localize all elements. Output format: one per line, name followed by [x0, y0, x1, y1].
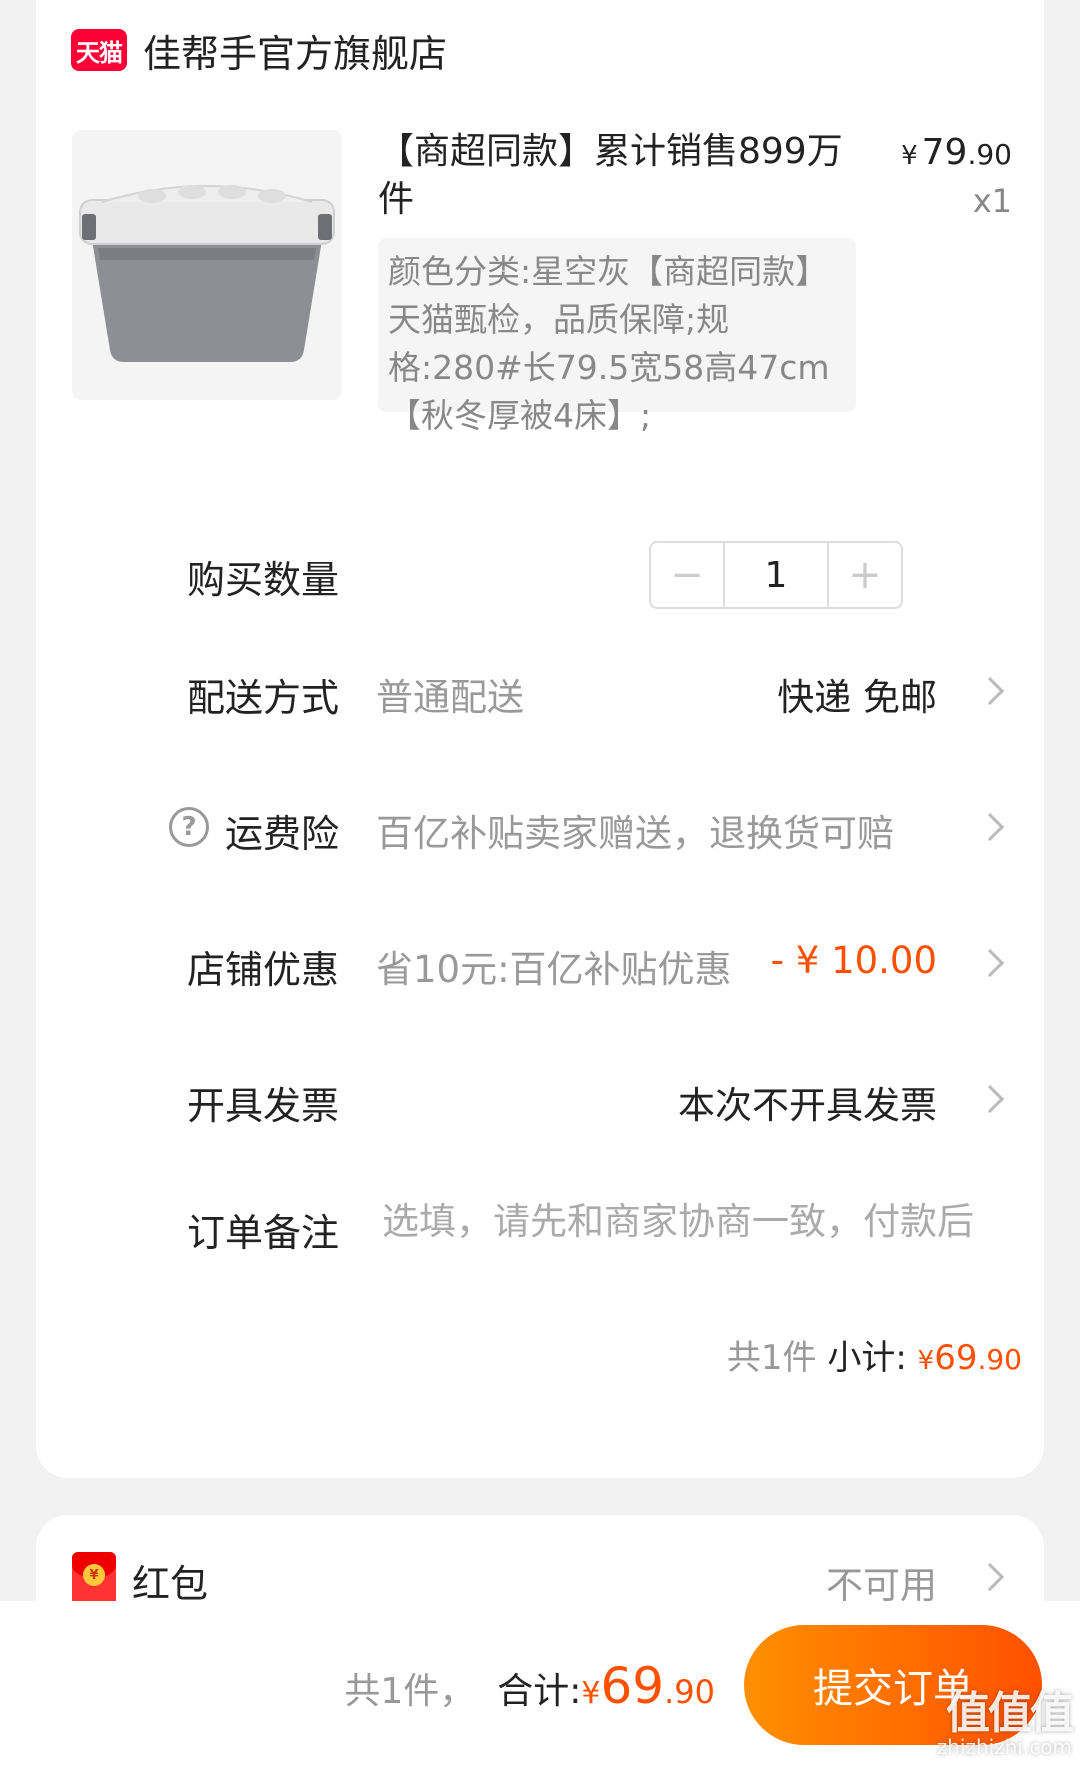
discount-amount: - ¥ 10.00 — [770, 939, 937, 982]
price-integer: 79 — [921, 132, 968, 173]
remark-input[interactable] — [382, 1200, 1002, 1243]
total-currency: ¥ — [581, 1676, 601, 1711]
chevron-right-icon — [975, 948, 1005, 978]
chevron-right-icon — [975, 676, 1005, 706]
subtotal-integer: 69 — [934, 1338, 978, 1378]
price-currency: ¥ — [901, 141, 918, 171]
product-quantity: x1 — [972, 182, 1012, 220]
total-amount: ¥69.90 — [581, 1657, 715, 1715]
sku-description[interactable]: 颜色分类:星空灰【商超同款】天猫甄检，品质保障;规格:280#长79.5宽58高… — [378, 238, 856, 435]
decrease-button[interactable]: − — [651, 543, 723, 607]
subtotal-amount: ¥69.90 — [918, 1338, 1022, 1378]
total-decimal: .90 — [664, 1673, 715, 1711]
insurance-label: 运费险 — [225, 812, 340, 856]
product-image[interactable] — [72, 130, 342, 400]
chevron-right-icon — [975, 1084, 1005, 1114]
remark-label: 订单备注 — [187, 1211, 340, 1255]
product-price: ¥79.90 — [901, 132, 1012, 173]
watermark-text: 值值值 — [946, 1688, 1074, 1739]
total-label: 合计: — [497, 1671, 582, 1712]
invoice-label: 开具发票 — [187, 1084, 340, 1128]
store-header[interactable]: 天猫 佳帮手官方旗舰店 — [71, 22, 447, 78]
delivery-label: 配送方式 — [187, 676, 340, 720]
subtotal-label: 小计: — [827, 1338, 907, 1378]
increase-button[interactable]: + — [829, 543, 901, 607]
subtotal-decimal: .90 — [977, 1343, 1022, 1376]
red-envelope-icon: ¥ — [72, 1552, 116, 1606]
chevron-right-icon — [975, 812, 1005, 842]
price-decimal: .90 — [967, 138, 1012, 171]
store-name[interactable]: 佳帮手官方旗舰店 — [143, 23, 447, 78]
insurance-description: 百亿补贴卖家赠送，退换货可赔 — [376, 812, 894, 855]
invoice-row[interactable]: 开具发票 本次不开具发票 — [36, 1061, 1044, 1141]
storage-box-image — [72, 130, 342, 400]
discount-label: 店铺优惠 — [187, 948, 340, 992]
subtotal-currency: ¥ — [917, 1346, 935, 1376]
order-remark-row: 订单备注 — [36, 1188, 1044, 1268]
total-count: 共1件， — [344, 1671, 476, 1712]
quantity-label: 购买数量 — [187, 558, 340, 602]
quantity-row: 购买数量 − 1 + — [36, 535, 1044, 615]
store-discount-row[interactable]: 店铺优惠 省10元:百亿补贴优惠 - ¥ 10.00 — [36, 925, 1044, 1005]
total-integer: 69 — [600, 1657, 665, 1715]
tmall-logo-icon: 天猫 — [71, 29, 127, 71]
watermark-logo: 值值值 zhizhizhi.com — [936, 1677, 1074, 1759]
quantity-value[interactable]: 1 — [723, 543, 829, 607]
chevron-right-icon — [975, 1562, 1005, 1592]
quantity-stepper[interactable]: − 1 + — [649, 541, 903, 609]
help-icon[interactable]: ? — [169, 807, 209, 847]
order-total: 共1件， 合计:¥69.90 — [344, 1657, 715, 1715]
delivery-method: 普通配送 — [376, 676, 524, 719]
redpacket-label: 红包 — [132, 1562, 209, 1606]
delivery-row[interactable]: 配送方式 普通配送 快递 免邮 — [36, 653, 1044, 733]
watermark-url: zhizhizhi.com — [936, 1735, 1072, 1759]
order-card: 天猫 佳帮手官方旗舰店 【商超同款】累计销售899万件 ¥79.90 x1 颜色… — [36, 0, 1044, 1478]
product-title[interactable]: 【商超同款】累计销售899万件 — [378, 128, 858, 224]
coin-icon: ¥ — [83, 1564, 105, 1586]
delivery-value: 快递 免邮 — [777, 676, 937, 719]
invoice-value: 本次不开具发票 — [678, 1084, 937, 1127]
bottom-bar: 共1件， 合计:¥69.90 提交订单 值值值 zhizhizhi.com — [0, 1601, 1080, 1765]
subtotal-count: 共1件 — [726, 1338, 817, 1378]
discount-description: 省10元:百亿补贴优惠 — [376, 948, 732, 991]
subtotal: 共1件 小计: ¥69.90 — [727, 1330, 1022, 1379]
shipping-insurance-row[interactable]: ? 运费险 百亿补贴卖家赠送，退换货可赔 — [36, 789, 1044, 869]
